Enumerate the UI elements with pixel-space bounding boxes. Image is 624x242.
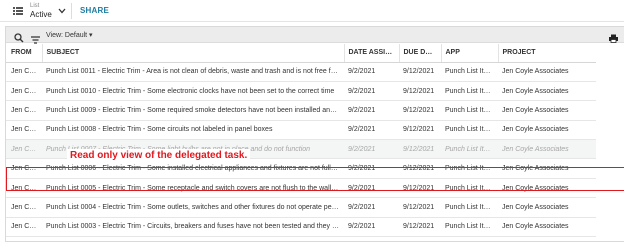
search-icon[interactable] bbox=[14, 30, 24, 43]
cell-project: Jen Coyle Associates bbox=[498, 139, 596, 160]
cell-from: Jen Coyle bbox=[6, 197, 42, 218]
cell-date-assigned: 9/2/2021 bbox=[344, 197, 399, 218]
cell-due-date: 9/12/2021 bbox=[399, 139, 441, 160]
filter-icon[interactable] bbox=[31, 31, 40, 44]
cell-due-date: 9/12/2021 bbox=[399, 120, 441, 141]
table-row[interactable]: Jen Coyle Punch List 0011 - Electric Tri… bbox=[6, 62, 596, 82]
cell-project: Jen Coyle Associates bbox=[498, 120, 596, 141]
chevron-down-icon bbox=[58, 7, 66, 16]
task-list-panel: View: Default ▾ FROM SUBJECT DATE ASSIGN… bbox=[5, 26, 624, 242]
cell-project: Jen Coyle Associates bbox=[498, 197, 596, 218]
toolbar-divider bbox=[71, 3, 72, 19]
cell-due-date: 9/12/2021 bbox=[399, 62, 441, 82]
table-row[interactable]: Jen Coyle Punch List 0010 - Electric Tri… bbox=[6, 81, 596, 102]
cell-from: Jen Coyle bbox=[6, 62, 42, 82]
cell-project: Jen Coyle Associates bbox=[498, 158, 596, 179]
cell-due-date: 9/12/2021 bbox=[399, 158, 441, 179]
cell-subject: Punch List 0010 - Electric Trim - Some e… bbox=[42, 81, 344, 102]
cell-subject: Punch List 0009 - Electric Trim - Some r… bbox=[42, 100, 344, 121]
cell-app: Punch List Items bbox=[441, 100, 498, 121]
list-filter-dropdown[interactable]: List Active bbox=[28, 2, 72, 20]
cell-subject: Punch List 0011 - Electric Trim - Area i… bbox=[42, 62, 344, 82]
cell-due-date: 9/12/2021 bbox=[399, 100, 441, 121]
cell-from: Jen Coyle bbox=[6, 178, 42, 199]
table-header-row: FROM SUBJECT DATE ASSIGNED DUE DATE APP … bbox=[6, 44, 596, 63]
top-bar: List Active SHARE bbox=[0, 0, 624, 22]
cell-app: Punch List Items bbox=[441, 178, 498, 199]
cell-app: Punch List Items bbox=[441, 81, 498, 102]
cell-from: Jen Coyle bbox=[6, 139, 42, 160]
cell-project: Jen Coyle Associates bbox=[498, 217, 596, 238]
cell-subject: Punch List 0003 - Electric Trim - Circui… bbox=[42, 217, 344, 238]
table-row[interactable]: Jen Coyle Punch List 0004 - Electric Tri… bbox=[6, 197, 596, 218]
cell-due-date: 9/12/2021 bbox=[399, 197, 441, 218]
column-header-from[interactable]: FROM bbox=[6, 44, 42, 63]
cell-app: Punch List Items bbox=[441, 158, 498, 179]
cell-date-assigned: 9/2/2021 bbox=[344, 100, 399, 121]
read-only-annotation: Read only view of the delegated task. bbox=[67, 149, 251, 162]
cell-date-assigned: 9/2/2021 bbox=[344, 120, 399, 141]
print-icon[interactable] bbox=[609, 30, 618, 43]
cell-from: Jen Coyle bbox=[6, 217, 42, 238]
column-header-app[interactable]: APP bbox=[440, 44, 498, 63]
grid-toolbar: View: Default ▾ bbox=[6, 27, 624, 44]
cell-app: Punch List Items bbox=[441, 62, 498, 82]
cell-date-assigned: 9/2/2021 bbox=[344, 217, 399, 238]
cell-date-assigned: 9/2/2021 bbox=[344, 81, 399, 102]
list-filter-label: List bbox=[30, 3, 40, 9]
column-header-project[interactable]: PROJECT bbox=[497, 44, 596, 63]
cell-project: Jen Coyle Associates bbox=[498, 62, 596, 82]
table-row[interactable]: Jen Coyle Punch List 0008 - Electric Tri… bbox=[6, 120, 596, 141]
cell-date-assigned: 9/2/2021 bbox=[344, 158, 399, 179]
cell-project: Jen Coyle Associates bbox=[498, 81, 596, 102]
column-header-due-date[interactable]: DUE DATE bbox=[398, 44, 441, 63]
list-filter-value: Active bbox=[30, 10, 52, 19]
column-header-date-assigned[interactable]: DATE ASSIGNED bbox=[343, 44, 399, 63]
cell-date-assigned: 9/2/2021 bbox=[344, 178, 399, 199]
cell-app: Punch List Items bbox=[441, 217, 498, 238]
column-header-subject[interactable]: SUBJECT bbox=[41, 44, 344, 63]
cell-due-date: 9/12/2021 bbox=[399, 81, 441, 102]
cell-app: Punch List Items bbox=[441, 197, 498, 218]
cell-subject: Punch List 0005 - Electric Trim - Some r… bbox=[42, 178, 344, 199]
cell-from: Jen Coyle bbox=[6, 158, 42, 179]
cell-project: Jen Coyle Associates bbox=[498, 178, 596, 199]
cell-app: Punch List Items bbox=[441, 120, 498, 141]
cell-date-assigned: 9/2/2021 bbox=[344, 139, 399, 160]
table-row[interactable]: Jen Coyle Punch List 0003 - Electric Tri… bbox=[6, 217, 596, 238]
list-icon[interactable] bbox=[13, 6, 23, 15]
cell-due-date: 9/12/2021 bbox=[399, 178, 441, 199]
cell-from: Jen Coyle bbox=[6, 81, 42, 102]
cell-from: Jen Coyle bbox=[6, 120, 42, 141]
view-selector[interactable]: View: Default ▾ bbox=[46, 31, 93, 39]
table-row[interactable]: Jen Coyle Punch List 0005 - Electric Tri… bbox=[6, 178, 596, 199]
cell-subject: Punch List 0004 - Electric Trim - Some o… bbox=[42, 197, 344, 218]
cell-project: Jen Coyle Associates bbox=[498, 100, 596, 121]
cell-subject: Punch List 0008 - Electric Trim - Some c… bbox=[42, 120, 344, 141]
cell-app: Punch List Items bbox=[441, 139, 498, 160]
share-button[interactable]: SHARE bbox=[80, 6, 109, 15]
cell-date-assigned: 9/2/2021 bbox=[344, 62, 399, 82]
cell-from: Jen Coyle bbox=[6, 100, 42, 121]
table-row[interactable]: Jen Coyle Punch List 0009 - Electric Tri… bbox=[6, 100, 596, 121]
task-table: FROM SUBJECT DATE ASSIGNED DUE DATE APP … bbox=[6, 44, 596, 238]
cell-due-date: 9/12/2021 bbox=[399, 217, 441, 238]
